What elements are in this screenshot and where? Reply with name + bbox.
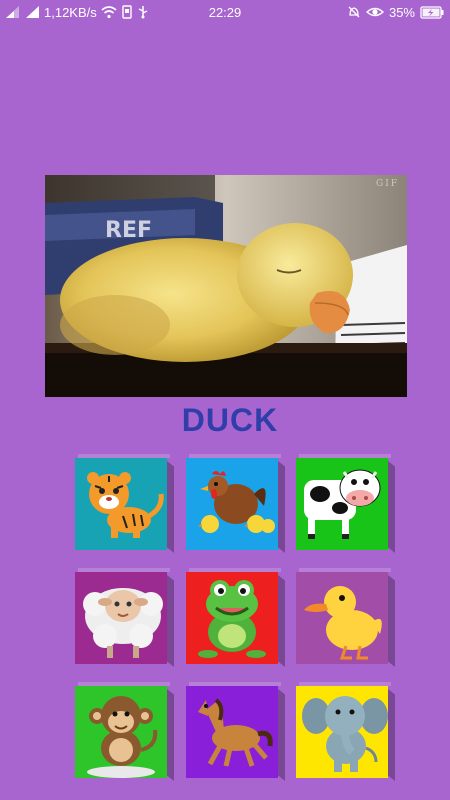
frog-icon bbox=[198, 580, 266, 658]
duckling-image: REF bbox=[45, 175, 407, 397]
gif-badge: GIF bbox=[376, 179, 399, 189]
tile-frog[interactable] bbox=[186, 568, 285, 667]
tile-tiger[interactable] bbox=[75, 454, 174, 553]
tile-elephant[interactable] bbox=[296, 682, 395, 781]
sheep-icon bbox=[83, 588, 163, 658]
animal-name-label: DUCK bbox=[181, 402, 279, 438]
status-bar: 1,12KB/s 22:29 35% bbox=[0, 0, 450, 24]
horse-icon bbox=[198, 698, 273, 767]
tile-monkey[interactable] bbox=[75, 682, 174, 781]
duck-icon bbox=[304, 586, 382, 660]
elephant-icon bbox=[302, 696, 388, 772]
animal-gif-player[interactable]: REF GIF bbox=[45, 175, 407, 397]
mute-bell-icon bbox=[347, 5, 361, 19]
monkey-icon bbox=[87, 696, 158, 778]
battery-percent: 35% bbox=[388, 4, 415, 20]
tiger-icon bbox=[87, 472, 164, 538]
cow-icon bbox=[304, 469, 381, 539]
tile-cow[interactable] bbox=[296, 454, 395, 553]
tile-horse[interactable] bbox=[186, 682, 285, 781]
tile-sheep[interactable] bbox=[75, 568, 174, 667]
tile-hen[interactable] bbox=[186, 454, 285, 553]
eye-icon bbox=[365, 5, 384, 19]
clock: 22:29 bbox=[208, 4, 242, 20]
battery-icon bbox=[420, 5, 444, 19]
tile-duck[interactable] bbox=[296, 568, 395, 667]
hen-icon bbox=[198, 471, 275, 533]
svg-text:REF: REF bbox=[105, 218, 152, 243]
